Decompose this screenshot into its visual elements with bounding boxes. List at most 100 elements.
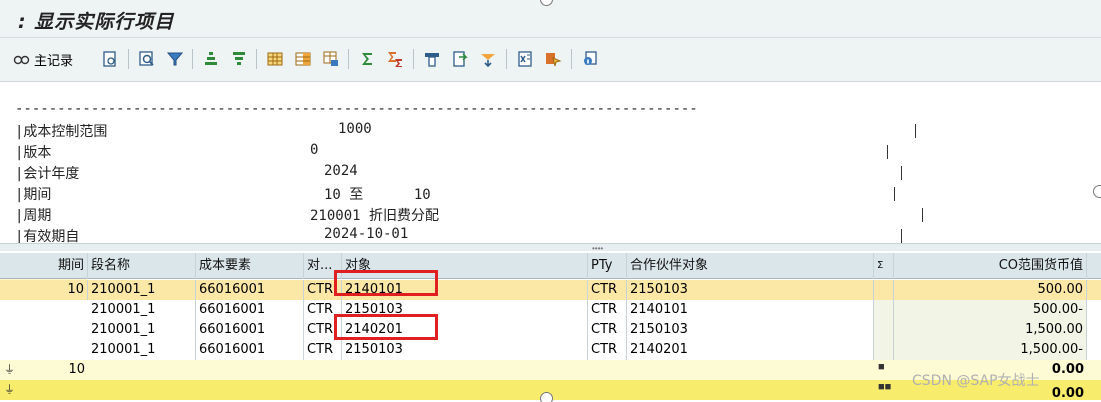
layout-grid-button[interactable] bbox=[265, 48, 285, 70]
cell-sum-flag bbox=[874, 300, 894, 320]
sort-ascending-icon bbox=[205, 52, 217, 65]
column-header-segment[interactable]: 段名称 bbox=[88, 253, 196, 279]
cell-segment: 210001_1 bbox=[88, 320, 196, 340]
column-header-cost-element[interactable]: 成本要素 bbox=[196, 253, 304, 279]
toolbar-separator bbox=[506, 49, 507, 69]
cell-amount: 500.00- bbox=[894, 300, 1087, 320]
title-bar: : 显示实际行项目 bbox=[0, 0, 1101, 38]
master-record-label: 主记录 bbox=[34, 53, 74, 69]
header-line-end bbox=[901, 229, 902, 243]
table-row[interactable]: 210001_1 66016001 CTR 2150103 CTR 214010… bbox=[0, 300, 1101, 320]
mail-button[interactable] bbox=[478, 48, 498, 70]
cell-amount: 1,500.00 bbox=[894, 320, 1087, 340]
cell-cost-element: 66016001 bbox=[196, 340, 304, 360]
cell-amount: 500.00 bbox=[894, 280, 1087, 300]
toolbar-separator bbox=[192, 49, 193, 69]
toolbar-separator bbox=[571, 49, 572, 69]
cell-partner-type: CTR bbox=[588, 280, 627, 300]
header-value-period: 10 至 10 bbox=[324, 187, 431, 203]
sum-button[interactable] bbox=[357, 48, 377, 70]
header-line-end bbox=[887, 145, 888, 159]
cell-partner-object: 2150103 bbox=[627, 320, 874, 340]
display-document-button[interactable] bbox=[100, 48, 120, 70]
header-line-end bbox=[922, 208, 923, 222]
find-button[interactable] bbox=[137, 48, 157, 70]
column-header-partner-object[interactable]: 合作伙伴对象 bbox=[627, 253, 874, 279]
total-level-icon: ⏚ bbox=[4, 384, 15, 396]
sort-descending-button[interactable] bbox=[229, 48, 249, 70]
header-label-period: |期间 bbox=[15, 187, 52, 203]
choose-layout-button[interactable] bbox=[321, 48, 341, 70]
table-row[interactable]: 210001_1 66016001 CTR 2140201 CTR 215010… bbox=[0, 320, 1101, 340]
print-preview-icon bbox=[425, 53, 439, 67]
info-button[interactable] bbox=[580, 48, 600, 70]
column-header-amount[interactable]: CO范围货币值 bbox=[894, 253, 1087, 279]
table-row[interactable]: 10 210001_1 66016001 CTR 2140101 CTR 215… bbox=[0, 280, 1101, 300]
sum-icon bbox=[362, 53, 372, 65]
toolbar-separator bbox=[128, 49, 129, 69]
header-label-fiscal-year: |会计年度 bbox=[15, 166, 80, 182]
toolbar-separator bbox=[413, 49, 414, 69]
graphic-button[interactable] bbox=[543, 48, 563, 70]
toolbar-separator bbox=[256, 49, 257, 69]
column-header-partner-type[interactable]: PTy bbox=[588, 253, 627, 279]
header-value-controlling-area: 1000 bbox=[338, 121, 372, 137]
info-icon bbox=[584, 51, 597, 65]
master-record-icon bbox=[13, 55, 30, 65]
header-value-valid-from: 2024-10-01 bbox=[324, 226, 409, 242]
subtotal-button[interactable] bbox=[385, 48, 405, 70]
excel-export-icon bbox=[518, 51, 532, 67]
column-header-sum-flag[interactable]: Σ bbox=[874, 253, 894, 279]
print-preview-button[interactable] bbox=[422, 48, 442, 70]
header-value-fiscal-year: 2024 bbox=[324, 163, 358, 179]
header-line-end bbox=[894, 187, 895, 201]
choose-layout-icon bbox=[323, 51, 338, 66]
toolbar-separator bbox=[348, 49, 349, 69]
application-toolbar: 主记录 bbox=[0, 38, 1101, 82]
select-layout-button[interactable] bbox=[293, 48, 313, 70]
highlight-box-object-2140101 bbox=[334, 270, 438, 296]
cell-partner-object: 2150103 bbox=[627, 280, 874, 300]
filter-icon bbox=[166, 52, 184, 66]
report-header: ----------------------------------------… bbox=[0, 83, 1101, 245]
watermark-text: CSDN @SAP女战士 bbox=[912, 373, 1040, 389]
cell-segment: 210001_1 bbox=[88, 280, 196, 300]
cell-partner-object: 2140201 bbox=[627, 340, 874, 360]
total-marker-icon: ■■ bbox=[878, 381, 892, 393]
cell-sum-flag bbox=[874, 340, 894, 360]
cell-segment: 210001_1 bbox=[88, 300, 196, 320]
graphic-icon bbox=[546, 53, 562, 67]
header-label-controlling-area: |成本控制范围 bbox=[15, 124, 108, 140]
excel-export-button[interactable] bbox=[515, 48, 535, 70]
header-dash-line: ----------------------------------------… bbox=[15, 101, 698, 117]
subtotal-period: 10 bbox=[68, 362, 85, 377]
subtotal-icon bbox=[388, 52, 402, 67]
cell-sum-flag bbox=[874, 320, 894, 340]
cell-cost-element: 66016001 bbox=[196, 280, 304, 300]
export-icon bbox=[453, 51, 468, 67]
cell-partner-type: CTR bbox=[588, 300, 627, 320]
header-line-end bbox=[901, 166, 902, 180]
cell-cost-element: 66016001 bbox=[196, 320, 304, 340]
sort-ascending-button[interactable] bbox=[201, 48, 221, 70]
header-label-version: |版本 bbox=[15, 145, 52, 161]
highlight-box-object-2140201 bbox=[334, 314, 438, 340]
filter-button[interactable] bbox=[165, 48, 185, 70]
cell-sum-flag bbox=[874, 280, 894, 300]
cell-object-type: CTR bbox=[304, 340, 342, 360]
column-header-period[interactable]: 期间 bbox=[22, 253, 88, 279]
pane-splitter[interactable]: •••• bbox=[0, 243, 1101, 253]
cell-cost-element: 66016001 bbox=[196, 300, 304, 320]
export-button[interactable] bbox=[450, 48, 470, 70]
cell-period: 10 bbox=[22, 280, 88, 300]
cell-object: 2150103 bbox=[342, 340, 588, 360]
header-label-cycle: |周期 bbox=[15, 208, 52, 224]
subtotal-marker-icon: ■ bbox=[878, 361, 885, 373]
cell-partner-type: CTR bbox=[588, 340, 627, 360]
table-row[interactable]: 210001_1 66016001 CTR 2150103 CTR 214020… bbox=[0, 340, 1101, 360]
master-record-button[interactable]: 主记录 bbox=[12, 48, 73, 70]
find-icon bbox=[139, 51, 154, 66]
resize-handle[interactable] bbox=[1093, 185, 1101, 198]
grid-header-row: 期间 段名称 成本要素 对... 对象 PTy 合作伙伴对象 Σ CO范围货币值 bbox=[0, 253, 1101, 279]
resize-handle[interactable] bbox=[540, 392, 553, 402]
